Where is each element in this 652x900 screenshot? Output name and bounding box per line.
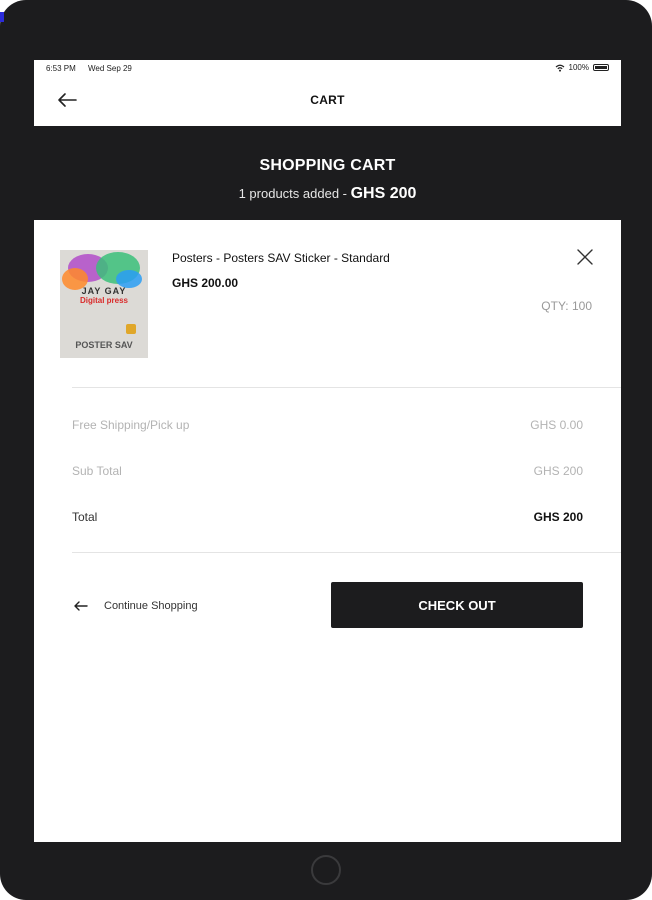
- status-time: 6:53 PM: [46, 64, 76, 73]
- product-price: GHS 200.00: [172, 276, 239, 290]
- corner-mark: [0, 12, 4, 22]
- battery-icon: [593, 64, 609, 71]
- banner-subtitle: 1 products added - GHS 200: [34, 185, 621, 203]
- thumb-brand-sub: Digital press: [79, 296, 128, 305]
- close-icon: [577, 249, 593, 265]
- checkout-button[interactable]: CHECK OUT: [331, 582, 583, 628]
- divider: [72, 552, 621, 553]
- battery-percent: 100%: [568, 63, 589, 72]
- nav-bar: CART: [34, 78, 621, 126]
- product-name[interactable]: Posters - Posters SAV Sticker - Standard: [172, 251, 390, 265]
- tablet-frame: 6:53 PM Wed Sep 29 100% CART SHOPPING CA…: [0, 0, 652, 900]
- page-title: CART: [310, 93, 345, 107]
- remove-item-button[interactable]: [574, 246, 596, 268]
- total-value: GHS 200: [533, 510, 583, 524]
- cart-banner: SHOPPING CART 1 products added - GHS 200: [34, 126, 621, 220]
- product-thumbnail[interactable]: JAY GAY Digital press POSTER SAV: [60, 250, 148, 358]
- thumb-label: POSTER SAV: [75, 340, 133, 350]
- products-count-text: 1 products added -: [238, 186, 351, 201]
- status-date: Wed Sep 29: [88, 64, 132, 73]
- thumb-brand: JAY GAY: [81, 286, 127, 296]
- shipping-label: Free Shipping/Pick up: [72, 418, 190, 432]
- subtotal-value: GHS 200: [533, 464, 583, 478]
- thumb-stamp: [126, 324, 136, 334]
- banner-title: SHOPPING CART: [259, 157, 396, 174]
- screen: 6:53 PM Wed Sep 29 100% CART SHOPPING CA…: [34, 60, 621, 842]
- status-bar: 6:53 PM Wed Sep 29 100%: [34, 60, 621, 78]
- subtotal-label: Sub Total: [72, 464, 122, 478]
- status-right: 100%: [555, 63, 609, 72]
- shipping-value: GHS 0.00: [530, 418, 583, 432]
- wifi-icon: [555, 64, 564, 72]
- continue-shopping-link[interactable]: Continue Shopping: [72, 596, 198, 616]
- home-button-icon[interactable]: [311, 855, 341, 885]
- product-quantity: QTY: 100: [541, 299, 592, 313]
- arrow-left-icon: [74, 601, 88, 611]
- total-label: Total: [72, 510, 98, 524]
- divider: [72, 387, 621, 388]
- banner-amount: GHS 200: [350, 185, 417, 202]
- continue-shopping-label: Continue Shopping: [104, 600, 198, 612]
